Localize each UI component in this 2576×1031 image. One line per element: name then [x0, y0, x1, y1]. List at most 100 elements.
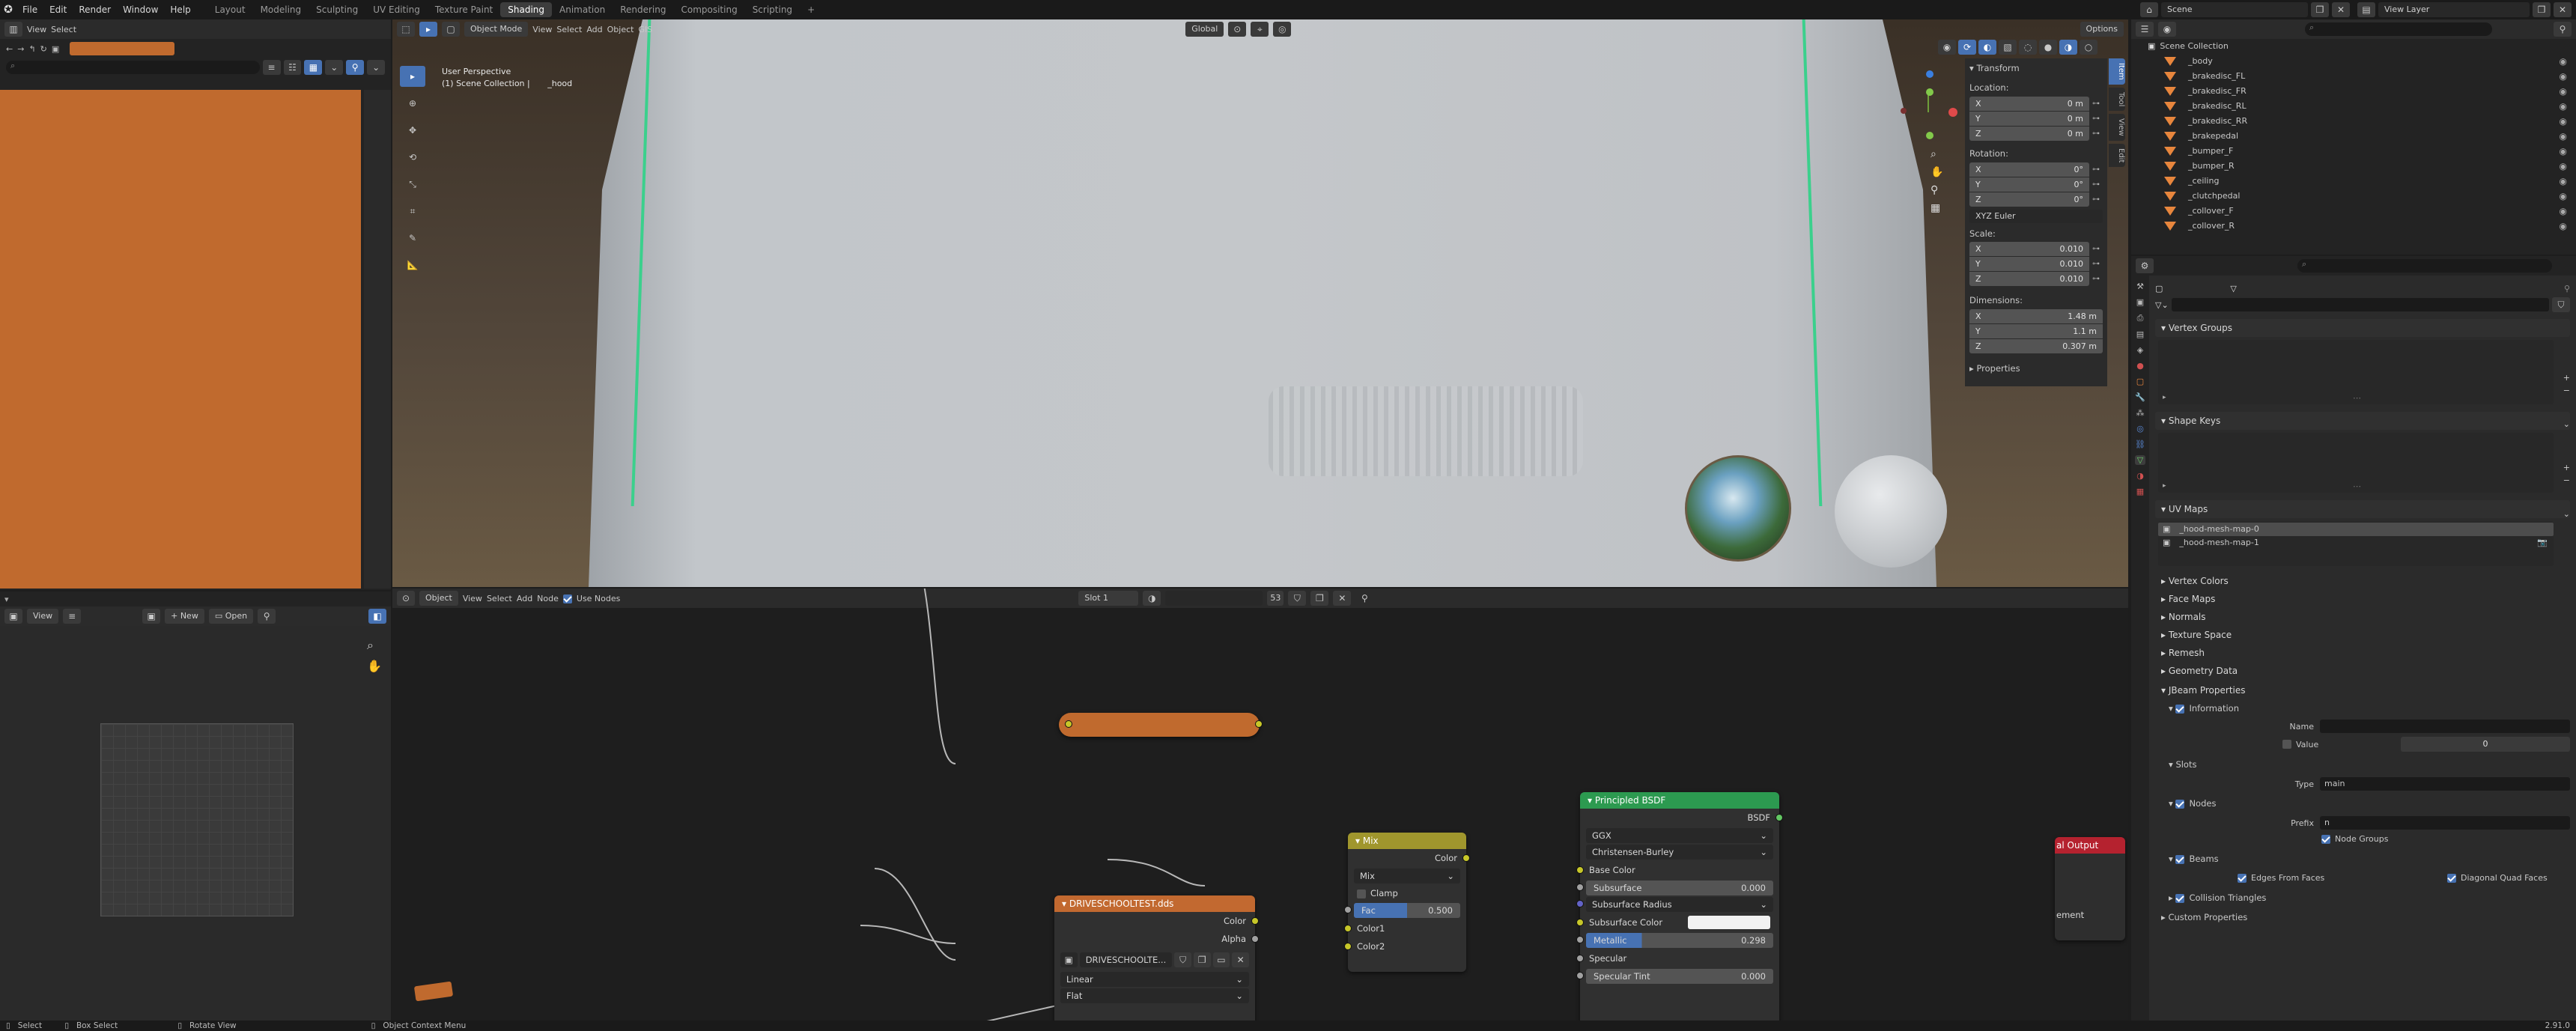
cursor-tool-icon[interactable]: ⊕: [400, 93, 425, 114]
tab-animation[interactable]: Animation: [552, 2, 613, 17]
menu-object[interactable]: Object: [607, 25, 634, 34]
data-icon[interactable]: ▽: [2134, 455, 2146, 465]
tab-sculpting[interactable]: Sculpting: [309, 2, 365, 17]
search-input[interactable]: ⌕: [2297, 259, 2552, 273]
diagonal-quad-faces-checkbox[interactable]: Diagonal Quad Faces: [2447, 870, 2548, 886]
slots-subpanel[interactable]: ▾ Slots: [2155, 753, 2570, 776]
specular-tint-slider[interactable]: Specular Tint 0.000: [1576, 969, 1773, 984]
shape-keys-list[interactable]: ▸ ⋯: [2158, 433, 2554, 493]
new-folder-icon[interactable]: ▣: [52, 44, 59, 54]
blend-mode-dropdown[interactable]: Mix ⌄: [1354, 869, 1460, 884]
lock-icon[interactable]: ⊶: [2092, 245, 2103, 253]
menu-render[interactable]: Render: [73, 0, 117, 19]
copy-icon[interactable]: ❐: [1193, 952, 1211, 967]
rotation-x-field[interactable]: X 0°: [1969, 162, 2089, 177]
uv-maps-panel[interactable]: ▾ UV Maps: [2155, 500, 2570, 518]
parent-dir-icon[interactable]: ↰: [28, 44, 35, 54]
input-socket[interactable]: [1576, 866, 1584, 874]
remove-icon[interactable]: −: [2563, 386, 2570, 395]
view-layer-name[interactable]: View Layer: [2378, 2, 2530, 17]
3d-viewport[interactable]: ⬚ ▸ ▢ Object Mode View Select Add Object…: [392, 19, 2128, 587]
fac-slider[interactable]: Fac 0.500: [1344, 903, 1460, 918]
solid-shading-icon[interactable]: ●: [2039, 40, 2057, 55]
scale-x-field[interactable]: X 0.010: [1969, 241, 2089, 256]
input-socket[interactable]: [1576, 955, 1584, 962]
tab-modeling[interactable]: Modeling: [253, 2, 309, 17]
location-y-field[interactable]: Y 0 m: [1969, 111, 2089, 126]
bsdf-node-header[interactable]: ▾ Principled BSDF: [1580, 792, 1779, 809]
chevron-down-icon[interactable]: ⌄: [2563, 509, 2570, 519]
uv-map-item[interactable]: ▣ _hood-mesh-map-1 📷: [2158, 536, 2554, 550]
grid-view-icon[interactable]: ▦: [304, 60, 323, 75]
menu-icon[interactable]: ≡: [63, 609, 82, 624]
tab-rendering[interactable]: Rendering: [613, 2, 673, 17]
image-browse-icon[interactable]: ▣: [142, 609, 161, 624]
output-icon[interactable]: ⎙: [2137, 313, 2144, 323]
lock-icon[interactable]: ⊶: [2092, 130, 2103, 138]
close-icon[interactable]: ✕: [2554, 2, 2572, 17]
image-texture-node[interactable]: ▾ DRIVESCHOOLTEST.dds Color Alpha ▣ DRIV…: [1054, 895, 1259, 1021]
menu-gis[interactable]: GIS: [638, 25, 652, 34]
tab-item[interactable]: Item: [2109, 58, 2125, 85]
visibility-eye-icon[interactable]: ◉: [2560, 69, 2567, 84]
outliner-root[interactable]: ▣ Scene Collection: [2131, 39, 2576, 54]
material-output-header[interactable]: al Output: [2055, 837, 2125, 854]
select-tool-icon[interactable]: ▸: [419, 22, 437, 37]
tab-shading[interactable]: Shading: [500, 2, 552, 17]
new-image-button[interactable]: + New: [165, 609, 204, 624]
scale-z-field[interactable]: Z 0.010: [1969, 271, 2089, 286]
menu-view[interactable]: View: [27, 25, 46, 34]
interpolation-dropdown[interactable]: Linear ⌄: [1060, 972, 1249, 987]
move-tool-icon[interactable]: ✥: [400, 120, 425, 141]
editor-type-icon[interactable]: ▣: [4, 609, 22, 624]
pivot-icon[interactable]: ⊙: [1228, 22, 1247, 37]
menu-select[interactable]: Select: [51, 25, 76, 34]
pan-hand-icon[interactable]: ✋: [1931, 166, 1943, 178]
open-image-button[interactable]: ▭ Open: [208, 609, 254, 624]
visibility-eye-icon[interactable]: ◉: [2560, 99, 2567, 114]
object-icon[interactable]: ▢: [2136, 377, 2144, 386]
outliner-item[interactable]: _bumper_R ◉: [2131, 159, 2576, 174]
mix-node[interactable]: ▾ Mix Color Mix ⌄ Clamp Fac 0.500 Color1 C…: [1344, 833, 1470, 972]
outliner-item[interactable]: _brakepedal ◉: [2131, 129, 2576, 144]
menu-help[interactable]: Help: [164, 0, 196, 19]
add-icon[interactable]: +: [2563, 463, 2570, 472]
lock-icon[interactable]: ⊶: [2092, 100, 2103, 108]
resize-handle[interactable]: ⋯: [2353, 481, 2361, 491]
wireframe-shading-icon[interactable]: ◌: [2019, 40, 2037, 55]
mesh-name-field[interactable]: [2171, 298, 2549, 311]
uv-map-item[interactable]: ▣ _hood-mesh-map-0: [2158, 523, 2554, 536]
outliner-item[interactable]: _brakedisc_FR ◉: [2131, 84, 2576, 99]
menu-edit[interactable]: Edit: [43, 0, 73, 19]
output-socket[interactable]: [1251, 917, 1259, 925]
transform-panel-header[interactable]: ▾ Transform: [1969, 61, 2103, 75]
prefix-field[interactable]: n: [2320, 816, 2570, 830]
subsurface-method-dropdown[interactable]: Christensen-Burley ⌄: [1586, 845, 1773, 860]
information-subpanel[interactable]: ▾ Information: [2155, 699, 2570, 717]
outliner-item[interactable]: _collover_R ◉: [2131, 219, 2576, 234]
transform-tool-icon[interactable]: ⌗: [400, 201, 425, 222]
lock-icon[interactable]: ⊶: [2092, 180, 2103, 189]
output-socket[interactable]: [1462, 854, 1470, 862]
filter-icon[interactable]: ⚲: [346, 60, 365, 75]
zoom-icon[interactable]: ⌕: [1931, 148, 1943, 160]
menu-file[interactable]: File: [16, 0, 43, 19]
menu-window[interactable]: Window: [117, 0, 164, 19]
grid-icon[interactable]: ▦: [1931, 202, 1943, 214]
pin-icon[interactable]: ⚲: [2564, 284, 2570, 294]
output-socket[interactable]: [1255, 720, 1263, 728]
shape-keys-panel[interactable]: ▾ Shape Keys: [2155, 412, 2570, 430]
visibility-eye-icon[interactable]: ◉: [2560, 144, 2567, 159]
rotate-tool-icon[interactable]: ⟲: [400, 147, 425, 168]
input-socket[interactable]: [1576, 936, 1584, 943]
menu-view[interactable]: View: [532, 25, 552, 34]
tab-texture-paint[interactable]: Texture Paint: [428, 2, 500, 17]
outliner-item[interactable]: _brakedisc_FL ◉: [2131, 69, 2576, 84]
collapsed-panel[interactable]: ▸ Vertex Colors: [2155, 572, 2570, 590]
pan-hand-icon[interactable]: ✋: [367, 659, 382, 673]
collapsed-panel[interactable]: ▸ Normals: [2155, 608, 2570, 626]
dimensions-y-field[interactable]: Y 1.1 m: [1969, 323, 2103, 338]
lock-icon[interactable]: ⊶: [2092, 165, 2103, 174]
chevron-down-icon[interactable]: ⌄: [367, 60, 386, 75]
modifier-icon[interactable]: 🔧: [2135, 392, 2145, 402]
